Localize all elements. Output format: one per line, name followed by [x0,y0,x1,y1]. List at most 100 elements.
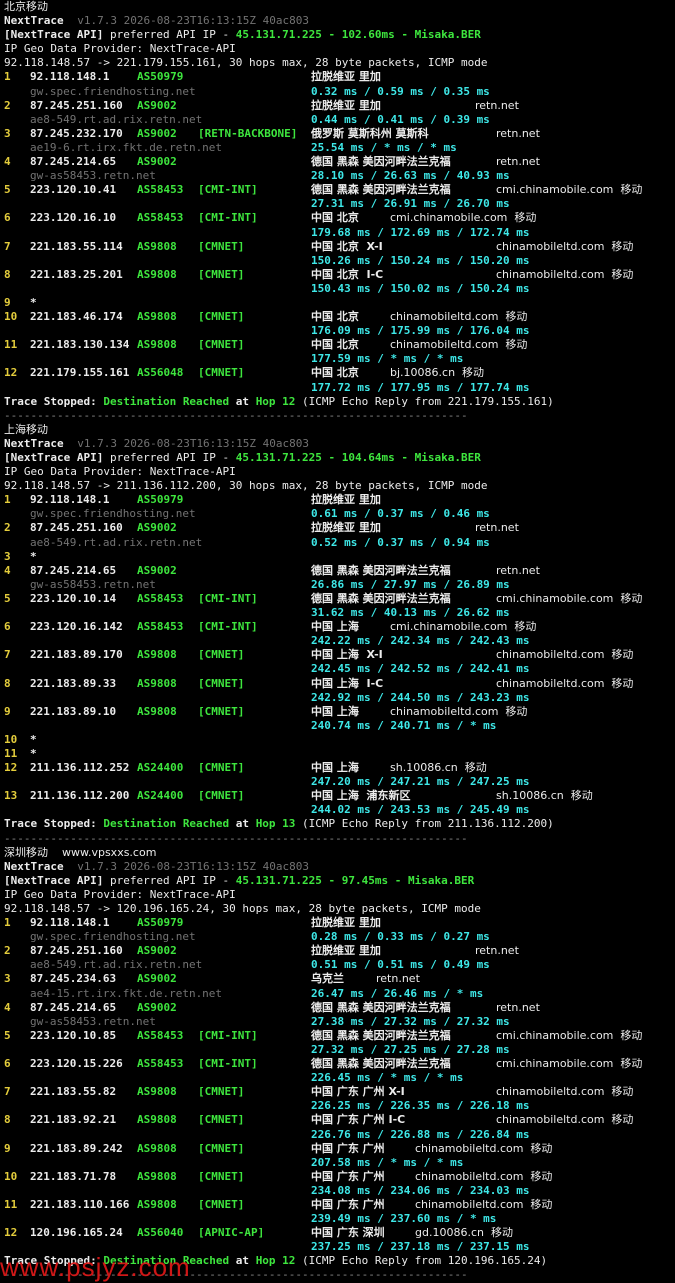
hop-ip: 221.183.25.201 [30,267,123,281]
hop-asn: AS56040 [137,1226,184,1240]
hop-latency: 239.49 ms / 237.60 ms / * ms [311,1212,497,1226]
hop-hostname: gw-as58453.retn.net [30,577,156,591]
hop-detail-row: gw-as58453.retn.net 28.10 ms / 26.63 ms /… [0,169,675,183]
api-text: preferred API IP - [103,873,236,887]
hop-number: 11 [4,1197,18,1211]
hop-asn: AS24400 [137,761,184,775]
separator-line: ----------------------------------------… [0,409,675,423]
hop-row: 10 * [0,733,675,747]
hop-detail-row: gw-as58453.retn.net 27.38 ms / 27.32 ms /… [0,1015,675,1029]
hop-geo: 拉脱维亚 里加 [311,70,381,84]
hop-rdns: chinamobileltd.com 移动 [496,267,634,281]
hop-tag: [CMNET] [198,239,245,253]
hop-detail-row: 150.26 ms / 150.24 ms / 150.20 ms [0,254,675,268]
tool-name: NextTrace [4,14,64,28]
hop-tag: [CMNET] [198,1141,245,1155]
hop-detail-row: gw.spec.friendhosting.net 0.32 ms / 0.59 … [0,85,675,99]
api-node: Misaka.BER [408,873,475,887]
hop-latency: 0.32 ms / 0.59 ms / 0.35 ms [311,84,490,98]
hop-number: 9 [4,1141,11,1155]
hop-rdns: chinamobileltd.com 移动 [415,1141,553,1155]
hop-tag: [CMI-INT] [198,183,258,197]
route-summary: 92.118.148.57 -> 211.136.112.200, 30 hop… [4,479,488,493]
hop-row: 4 87.245.214.65 AS9002 德国 黑森 美因河畔法兰克福 retn.n… [0,564,675,578]
hop-ip: 221.183.71.78 [30,1169,117,1183]
trace-stop-detail: (ICMP Echo Reply from 221.179.155.161) [295,394,554,408]
hop-tag: [CMI-INT] [198,591,258,605]
api-ip: 45.131.71.225 [235,451,322,464]
hop-geo: 中国 北京 [311,211,359,225]
hop-ip: 221.183.92.21 [30,1113,117,1127]
trace-stop-line: Trace Stopped: Destination Reached at Ho… [0,395,675,409]
geo-provider-line: IP Geo Data Provider: NextTrace-API [0,888,675,902]
hop-geo: 中国 上海 浦东新区 [311,789,411,803]
hop-detail-row: 207.58 ms / * ms / * ms [0,1156,675,1170]
hop-detail-row: ae8-549.rt.ad.rix.retn.net 0.52 ms / 0.37… [0,536,675,550]
version-info: NextTrace v1.7.3 2026-08-23T16:13:15Z 40… [4,437,309,451]
hop-latency: 177.72 ms / 177.95 ms / 177.74 ms [311,380,530,394]
hop-row: 11 * [0,747,675,761]
api-info: [NextTrace API] preferred API IP - 45.13… [4,451,481,465]
hop-ip: 87.245.214.65 [30,155,117,169]
hop-rdns: cmi.chinamobile.com 移动 [390,211,537,225]
separator: ----------------------------------------… [4,831,468,845]
hop-row: 12 221.179.155.161 AS56048 [CMNET] 中国 北京 bj.1… [0,366,675,380]
hop-hostname: ae8-549.rt.ad.rix.retn.net [30,112,203,126]
hop-geo: 中国 北京 [311,310,359,324]
hop-hostname: ae19-6.rt.irx.fkt.de.retn.net [30,140,223,154]
hop-ip: * [30,295,37,309]
hop-row: 2 87.245.251.160 AS9002 拉脱维亚 里加 retn.net [0,99,675,113]
separator: ----------------------------------------… [4,408,468,422]
hop-geo: 中国 广东 广州 [311,1141,385,1155]
hop-row: 6 223.120.15.226 AS58453 [CMI-INT] 德国 黑森 美因河… [0,1057,675,1071]
hop-number: 3 [4,126,11,140]
hop-detail-row: ae8-549.rt.ad.rix.retn.net 0.51 ms / 0.51… [0,958,675,972]
api-latency: 104.64ms [341,451,395,464]
section-title: 深圳移动 www.vpsxxs.com [4,845,157,859]
hop-row: 4 87.245.214.65 AS9002 德国 黑森 美因河畔法兰克福 retn.n… [0,155,675,169]
hop-ip: 221.179.155.161 [30,366,130,380]
hop-detail-row: 242.22 ms / 242.34 ms / 242.43 ms [0,634,675,648]
version-line: NextTrace v1.7.3 2026-08-23T16:13:15Z 40… [0,14,675,28]
hop-row: 6 223.120.16.142 AS58453 [CMI-INT] 中国 上海 cmi.… [0,620,675,634]
hop-geo: 拉脱维亚 里加 [311,944,381,958]
hop-number: 10 [4,732,18,746]
hop-number: 7 [4,648,11,662]
hop-number: 5 [4,183,11,197]
hop-row: 7 221.183.89.170 AS9808 [CMNET] 中国 上海 X-I chi… [0,648,675,662]
hop-asn: AS58453 [137,620,184,634]
api-ip: 45.131.71.225 [235,873,322,887]
hop-latency: 0.51 ms / 0.51 ms / 0.49 ms [311,958,490,972]
hop-latency: 226.25 ms / 226.35 ms / 226.18 ms [311,1099,530,1113]
hop-hostname: gw.spec.friendhosting.net [30,84,196,98]
hop-latency: 242.45 ms / 242.52 ms / 242.41 ms [311,662,530,676]
hop-ip: 221.183.89.242 [30,1141,123,1155]
hop-geo: 中国 广东 广州 [311,1197,385,1211]
trace-stop: Trace Stopped: Destination Reached at Ho… [4,395,554,409]
trace-stop-at: at [229,817,256,831]
hop-number: 12 [4,1226,18,1240]
hop-rdns: retn.net [496,563,540,577]
hop-ip: 221.183.89.33 [30,676,117,690]
hop-asn: AS9808 [137,676,177,690]
hop-rdns: chinamobileltd.com 移动 [390,704,528,718]
api-text: preferred API IP - [103,451,236,464]
hop-asn: AS9808 [137,310,177,324]
hop-geo: 中国 广东 广州 I-C [311,1113,406,1127]
hop-latency: 240.74 ms / 240.71 ms / * ms [311,718,497,732]
hop-geo: 俄罗斯 莫斯科州 莫斯科 [311,126,429,140]
hop-ip: * [30,549,37,563]
tool-name: NextTrace [4,859,64,873]
hop-tag: [CMNET] [198,1085,245,1099]
hop-row: 3 * [0,550,675,564]
hop-latency: 28.10 ms / 26.63 ms / 40.93 ms [311,169,510,183]
hop-tag: [CMNET] [198,1113,245,1127]
hop-asn: AS50979 [137,493,184,507]
hop-asn: AS9808 [137,338,177,352]
hop-row: 7 221.183.55.82 AS9808 [CMNET] 中国 广东 广州 X-I c… [0,1085,675,1099]
hop-latency: 0.28 ms / 0.33 ms / 0.27 ms [311,930,490,944]
hop-rdns: retn.net [496,126,540,140]
api-label: [NextTrace API] [4,451,104,464]
hop-detail-row: gw.spec.friendhosting.net 0.61 ms / 0.37 … [0,507,675,521]
hop-number: 4 [4,563,11,577]
